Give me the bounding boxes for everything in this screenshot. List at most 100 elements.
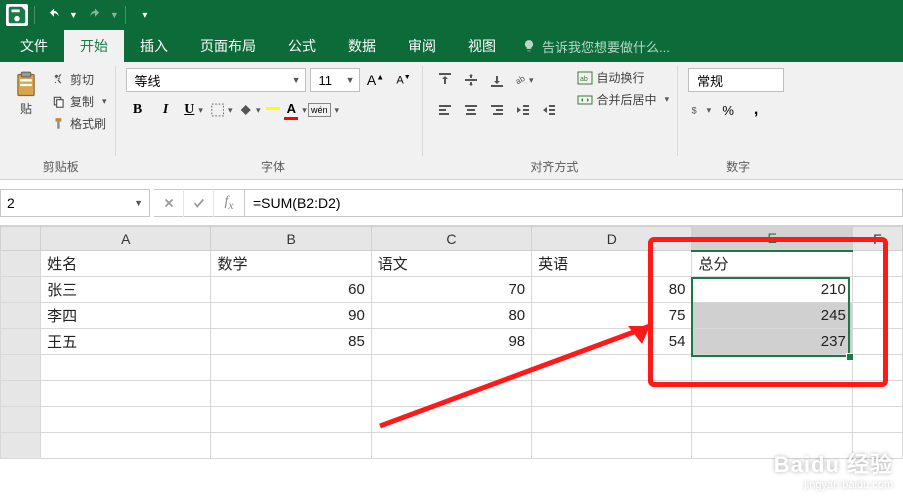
cell[interactable] (852, 251, 902, 277)
tab-file[interactable]: 文件 (4, 30, 64, 62)
col-header-f[interactable]: F (852, 227, 902, 251)
spreadsheet-grid[interactable]: A B C D E F 姓名 数学 语文 英语 总分 张三 60 70 80 2… (0, 226, 903, 459)
cell[interactable] (41, 433, 211, 459)
cell[interactable] (211, 381, 371, 407)
align-top-button[interactable] (433, 68, 457, 92)
cell[interactable] (41, 355, 211, 381)
tab-view[interactable]: 视图 (452, 30, 512, 62)
tell-me-search[interactable]: 告诉我您想要做什么... (522, 30, 670, 62)
increase-font-button[interactable]: A▲ (364, 68, 388, 92)
decrease-font-button[interactable]: A▼ (392, 68, 416, 92)
customize-qat-button[interactable]: ▾ (132, 4, 158, 26)
undo-dropdown[interactable]: ▼ (69, 10, 78, 20)
cut-button[interactable]: 剪切 (50, 70, 109, 89)
cell[interactable]: 237 (692, 329, 852, 355)
tab-home[interactable]: 开始 (64, 30, 124, 62)
cell[interactable] (211, 407, 371, 433)
cell[interactable] (852, 303, 902, 329)
row-header[interactable] (1, 407, 41, 433)
save-button[interactable] (6, 4, 28, 26)
cell[interactable]: 英语 (532, 251, 692, 277)
row-header[interactable] (1, 329, 41, 355)
font-color-button[interactable]: A ▾ (284, 98, 308, 122)
col-header-d[interactable]: D (532, 227, 692, 251)
col-header-c[interactable]: C (371, 227, 531, 251)
wrap-text-button[interactable]: ab 自动换行 (575, 68, 672, 87)
phonetic-button[interactable]: wén▾ (312, 98, 336, 122)
number-format-select[interactable]: 常规 (688, 68, 784, 92)
cell[interactable]: 210 (692, 277, 852, 303)
row-header[interactable] (1, 433, 41, 459)
cell[interactable]: 李四 (41, 303, 211, 329)
row-header[interactable] (1, 251, 41, 277)
cell[interactable] (532, 355, 692, 381)
cell[interactable] (41, 407, 211, 433)
tab-insert[interactable]: 插入 (124, 30, 184, 62)
font-name-select[interactable]: 等线▼ (126, 68, 306, 92)
cell[interactable] (532, 407, 692, 433)
cell[interactable]: 70 (371, 277, 531, 303)
align-right-button[interactable] (485, 98, 509, 122)
align-left-button[interactable] (433, 98, 457, 122)
tab-data[interactable]: 数据 (332, 30, 392, 62)
select-all-corner[interactable] (1, 227, 41, 251)
cancel-formula-button[interactable] (154, 189, 184, 217)
fill-handle[interactable] (846, 353, 854, 361)
redo-dropdown[interactable]: ▼ (110, 10, 119, 20)
increase-indent-button[interactable] (537, 98, 561, 122)
name-box[interactable]: 2▼ (0, 189, 150, 217)
cell[interactable]: 245 (692, 303, 852, 329)
borders-button[interactable]: ▾ (210, 98, 234, 122)
comma-button[interactable]: , (744, 98, 768, 122)
copy-button[interactable]: 复制▾ (50, 92, 109, 111)
formula-input[interactable]: =SUM(B2:D2) (245, 189, 903, 217)
paste-button[interactable]: 贴 (8, 68, 44, 117)
underline-button[interactable]: U▾ (182, 98, 206, 122)
merge-center-button[interactable]: 合并后居中▾ (575, 90, 672, 109)
tab-review[interactable]: 审阅 (392, 30, 452, 62)
cell[interactable]: 总分 (692, 251, 852, 277)
cell[interactable]: 王五 (41, 329, 211, 355)
row-header[interactable] (1, 381, 41, 407)
italic-button[interactable]: I (154, 98, 178, 122)
insert-function-button[interactable]: fx (214, 189, 244, 217)
cell[interactable]: 张三 (41, 277, 211, 303)
cell[interactable]: 90 (211, 303, 371, 329)
cell[interactable] (852, 277, 902, 303)
fill-color-button[interactable]: ▾ (238, 98, 262, 122)
cell[interactable] (692, 381, 852, 407)
cell[interactable]: 98 (371, 329, 531, 355)
percent-button[interactable]: % (716, 98, 740, 122)
enter-formula-button[interactable] (184, 189, 214, 217)
col-header-a[interactable]: A (41, 227, 211, 251)
tab-layout[interactable]: 页面布局 (184, 30, 272, 62)
row-header[interactable] (1, 303, 41, 329)
cell[interactable] (371, 407, 531, 433)
col-header-b[interactable]: B (211, 227, 371, 251)
cell[interactable] (852, 329, 902, 355)
bold-button[interactable]: B (126, 98, 150, 122)
cell[interactable] (692, 355, 852, 381)
cell[interactable] (532, 381, 692, 407)
cell[interactable] (211, 433, 371, 459)
cell[interactable] (41, 381, 211, 407)
cell[interactable]: 80 (532, 277, 692, 303)
tab-formulas[interactable]: 公式 (272, 30, 332, 62)
cell[interactable]: 语文 (371, 251, 531, 277)
cell[interactable]: 姓名 (41, 251, 211, 277)
align-middle-button[interactable] (459, 68, 483, 92)
font-size-select[interactable]: 11▼ (310, 68, 360, 92)
cell[interactable] (852, 381, 902, 407)
cell[interactable] (371, 381, 531, 407)
orientation-button[interactable]: ab▾ (511, 68, 535, 92)
cell[interactable]: 60 (211, 277, 371, 303)
align-center-button[interactable] (459, 98, 483, 122)
cell[interactable]: 80 (371, 303, 531, 329)
cell[interactable] (852, 355, 902, 381)
redo-button[interactable] (82, 4, 108, 26)
cell[interactable] (371, 433, 531, 459)
format-painter-button[interactable]: 格式刷 (50, 114, 109, 133)
cell[interactable]: 数学 (211, 251, 371, 277)
cell[interactable]: 85 (211, 329, 371, 355)
cell[interactable]: 54 (532, 329, 692, 355)
